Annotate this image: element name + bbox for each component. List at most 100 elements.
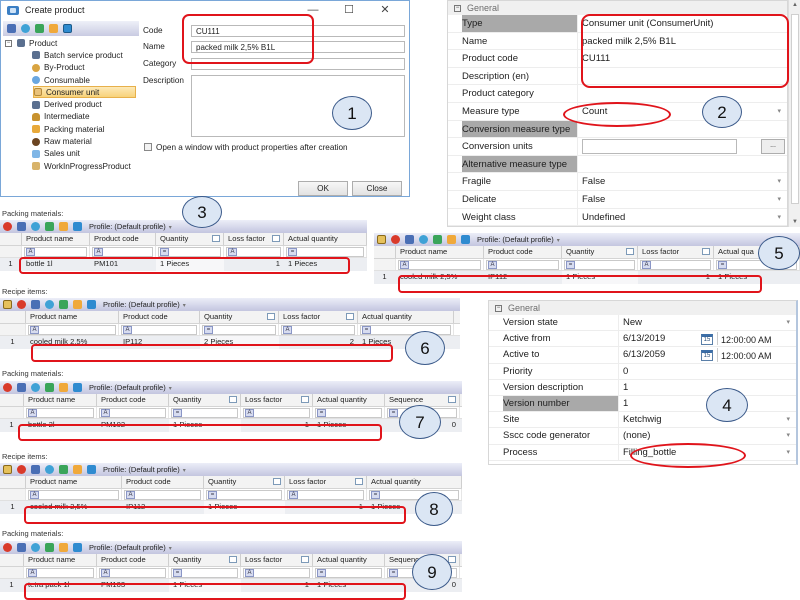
table-cell[interactable]: tetra pack 1l bbox=[24, 579, 97, 592]
filter-input[interactable]: A bbox=[28, 489, 119, 500]
dropdown-arrow-icon[interactable]: ▾ bbox=[786, 445, 790, 461]
equals-filter-icon[interactable]: = bbox=[566, 260, 575, 269]
column-header[interactable]: Loss factor bbox=[241, 554, 313, 566]
property-value[interactable]: ... bbox=[578, 138, 787, 155]
table-row[interactable]: 1 cooled milk 2,5% IP112 1 Pieces 1 1 Pieces bbox=[0, 501, 462, 514]
table-cell[interactable]: 1 Pieces bbox=[562, 271, 638, 284]
select-icon[interactable] bbox=[3, 465, 12, 474]
property-row[interactable]: Site Ketchwig ▾ bbox=[489, 412, 796, 429]
filter-cell[interactable]: = bbox=[156, 245, 224, 257]
property-value[interactable] bbox=[578, 85, 787, 102]
property-value[interactable]: Consumer unit (ConsumerUnit) bbox=[578, 15, 787, 32]
filter-input[interactable]: A bbox=[24, 246, 87, 257]
text-filter-icon[interactable]: A bbox=[101, 408, 110, 417]
table-cell[interactable]: 1 Pieces bbox=[313, 419, 385, 432]
filter-input[interactable]: A bbox=[243, 407, 310, 418]
add-icon[interactable] bbox=[59, 300, 68, 309]
column-header[interactable]: Product code bbox=[119, 311, 200, 323]
export-icon[interactable] bbox=[63, 24, 72, 33]
equals-filter-icon[interactable]: = bbox=[204, 325, 213, 334]
filter-cell[interactable]: = bbox=[169, 566, 241, 578]
hierarchy-icon[interactable] bbox=[31, 465, 40, 474]
column-header[interactable]: Actual quantity bbox=[284, 233, 367, 245]
hierarchy-icon[interactable] bbox=[405, 235, 414, 244]
hierarchy-icon[interactable] bbox=[17, 543, 26, 552]
property-value[interactable]: Undefined ▾ bbox=[578, 209, 787, 226]
minimize-button[interactable]: — bbox=[295, 1, 331, 19]
equals-filter-icon[interactable]: = bbox=[173, 568, 182, 577]
filter-cell[interactable]: A bbox=[97, 406, 169, 418]
refresh-icon[interactable] bbox=[31, 543, 40, 552]
column-header[interactable]: Actual quantity bbox=[358, 311, 454, 323]
profile-selector[interactable]: Profile: (Default profile) ▾ bbox=[103, 465, 186, 474]
refresh-icon[interactable] bbox=[31, 383, 40, 392]
column-header[interactable]: Product name bbox=[24, 554, 97, 566]
table-cell[interactable]: 1 Pieces bbox=[714, 271, 800, 284]
filter-input[interactable]: = bbox=[158, 246, 221, 257]
property-value[interactable] bbox=[578, 121, 787, 138]
tree-item-derived-product[interactable]: Derived product bbox=[5, 98, 139, 110]
filter-cell[interactable]: = bbox=[200, 323, 279, 335]
column-header[interactable]: Product code bbox=[97, 394, 169, 406]
property-value[interactable]: packed milk 2,5% B1L bbox=[578, 33, 787, 50]
browse-button[interactable]: ... bbox=[761, 139, 785, 154]
column-header[interactable]: Product name bbox=[22, 233, 90, 245]
name-input[interactable]: packed milk 2,5% B1L bbox=[191, 41, 405, 53]
property-value[interactable]: False ▾ bbox=[578, 191, 787, 208]
table-cell[interactable]: 1 Pieces bbox=[169, 419, 241, 432]
filter-input[interactable]: = bbox=[564, 259, 635, 270]
export-icon[interactable] bbox=[87, 300, 96, 309]
filter-cell[interactable]: A bbox=[484, 258, 562, 270]
filter-cell[interactable]: = bbox=[284, 245, 367, 257]
profile-selector[interactable]: Profile: (Default profile) ▾ bbox=[89, 543, 172, 552]
table-cell[interactable]: PM101 bbox=[90, 258, 156, 271]
property-row[interactable]: Delicate False ▾ bbox=[448, 190, 787, 209]
column-header[interactable]: Quantity bbox=[156, 233, 224, 245]
category-general[interactable]: − General bbox=[448, 1, 787, 15]
export-icon[interactable] bbox=[73, 222, 82, 231]
column-header[interactable]: Product code bbox=[484, 246, 562, 258]
filter-input[interactable]: = bbox=[171, 407, 238, 418]
column-header[interactable]: Quantity bbox=[200, 311, 279, 323]
text-filter-icon[interactable]: A bbox=[101, 568, 110, 577]
delete-icon[interactable] bbox=[3, 543, 12, 552]
column-header[interactable]: Product code bbox=[90, 233, 156, 245]
column-header[interactable]: Loss factor bbox=[241, 394, 313, 406]
filter-cell[interactable]: A bbox=[241, 406, 313, 418]
table-cell[interactable]: cooled milk 2,5% bbox=[26, 501, 122, 514]
add-icon[interactable] bbox=[35, 24, 44, 33]
refresh-icon[interactable] bbox=[45, 465, 54, 474]
table-row[interactable]: 1 tetra pack 1l PM103 1 Pieces 1 1 Pieces 0 bbox=[0, 579, 462, 592]
filter-input[interactable]: A bbox=[26, 407, 94, 418]
open-window-checkbox[interactable] bbox=[144, 143, 152, 151]
table-cell[interactable]: cooled milk 2,5% bbox=[26, 336, 119, 349]
tree-item-intermediate[interactable]: Intermediate bbox=[5, 111, 139, 123]
table-cell[interactable]: IP112 bbox=[484, 271, 562, 284]
filter-input[interactable]: = bbox=[360, 324, 451, 335]
refresh-icon[interactable] bbox=[419, 235, 428, 244]
filter-cell[interactable]: = bbox=[204, 488, 285, 500]
tree-item-sales-unit[interactable]: Sales unit bbox=[5, 148, 139, 160]
property-value[interactable]: 1 bbox=[619, 380, 796, 395]
text-filter-icon[interactable]: A bbox=[26, 247, 35, 256]
filter-cell[interactable]: A bbox=[122, 488, 204, 500]
column-header[interactable]: Actual quantity bbox=[313, 394, 385, 406]
filter-cell[interactable]: A bbox=[396, 258, 484, 270]
filter-cell[interactable]: A bbox=[119, 323, 200, 335]
filter-input[interactable]: A bbox=[121, 324, 197, 335]
table-cell[interactable]: 1 Pieces bbox=[156, 258, 224, 271]
scrollbar-thumb[interactable] bbox=[791, 14, 799, 204]
filter-input[interactable]: = bbox=[315, 407, 382, 418]
property-row[interactable]: Type Consumer unit (ConsumerUnit) bbox=[448, 15, 787, 33]
filter-input[interactable]: A bbox=[99, 567, 166, 578]
text-filter-icon[interactable]: A bbox=[28, 408, 37, 417]
filter-input[interactable]: A bbox=[287, 489, 364, 500]
equals-filter-icon[interactable]: = bbox=[317, 408, 326, 417]
dropdown-arrow-icon[interactable]: ▾ bbox=[786, 412, 790, 428]
equals-filter-icon[interactable]: = bbox=[718, 260, 727, 269]
maximize-button[interactable]: ☐ bbox=[331, 1, 367, 19]
property-value[interactable]: Ketchwig ▾ bbox=[619, 412, 796, 427]
table-cell[interactable]: cooled milk 2,5% bbox=[396, 271, 484, 284]
equals-filter-icon[interactable]: = bbox=[160, 247, 169, 256]
code-input[interactable]: CU111 bbox=[191, 25, 405, 37]
